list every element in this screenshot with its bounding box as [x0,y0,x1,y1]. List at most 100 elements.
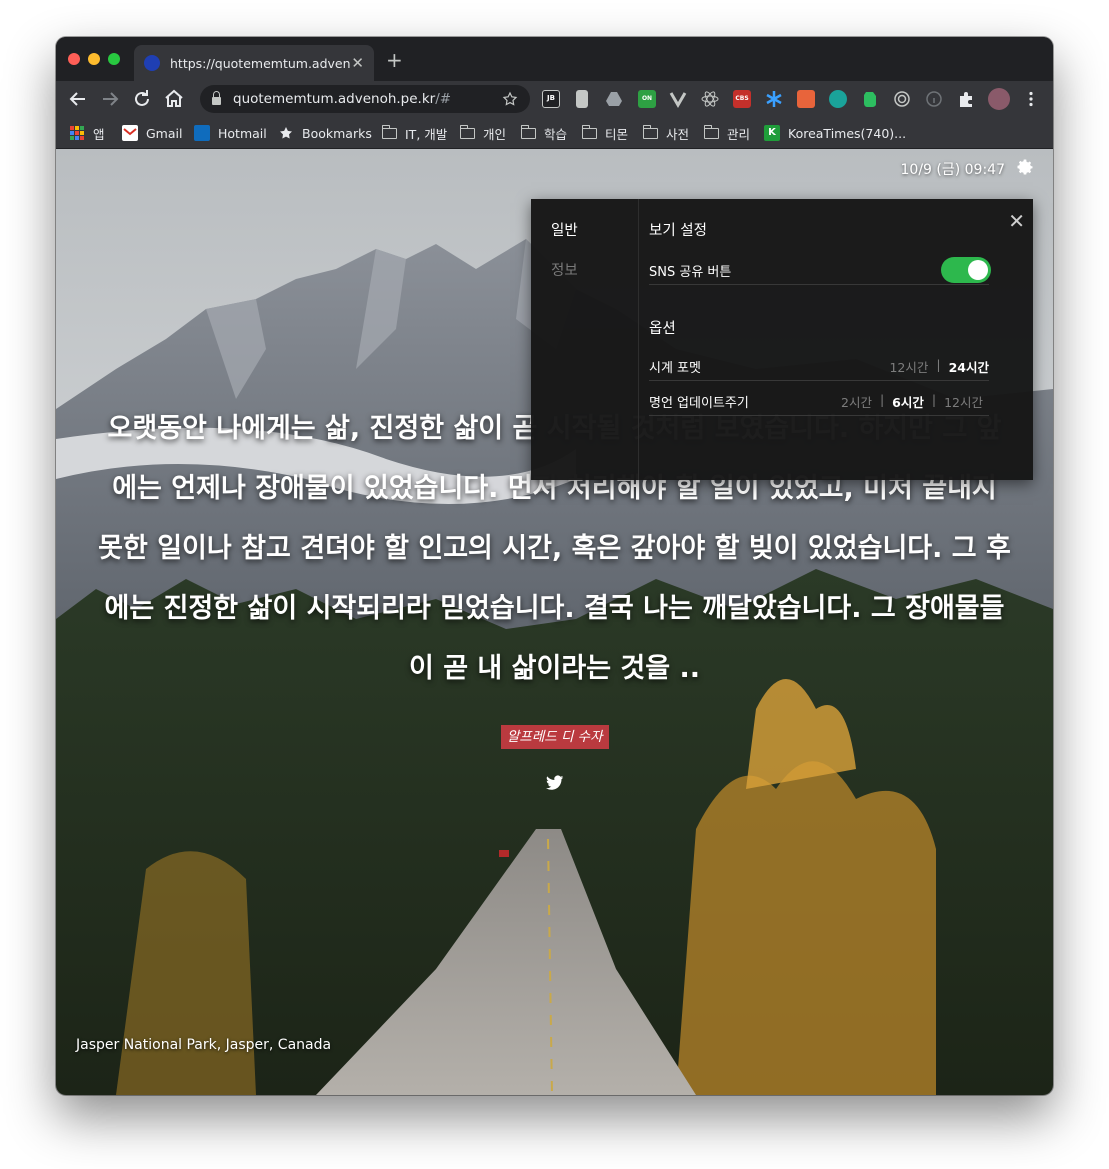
bookmark-label: IT, 개발 [405,126,448,142]
quote-update-option-6h[interactable]: 6시간 [892,392,924,411]
tab-title: https://quotememtum.advenoh [170,55,350,71]
quote-update-options: 2시간 | 6시간 | 12시간 [841,392,983,411]
office-extension-icon[interactable] [576,90,588,108]
settings-sidebar: 일반 정보 [531,199,639,480]
folder-icon [642,124,658,139]
option-separator: | [931,392,937,407]
target-extension-icon[interactable] [893,90,911,108]
bookmarks-bar: 앱 Gmail Hotmail Bookmarks IT, 개발 개인 학습 티… [56,117,1053,149]
address-bar[interactable]: quotememtum.advenoh.pe.kr /# [200,85,530,113]
browser-menu-icon[interactable] [1022,90,1040,108]
bookmark-folder-study[interactable]: 학습 [520,123,568,143]
folder-icon [703,124,719,139]
browser-tab[interactable]: https://quotememtum.advenoh ✕ [134,45,374,81]
sns-share-toggle[interactable] [941,257,991,283]
koreatimes-icon: K [764,125,780,141]
bookmark-bookmarks[interactable]: Bookmarks [278,123,372,143]
settings-panel: 일반 정보 ✕ 보기 설정 SNS 공유 버튼 옵션 시계 포멧 12시간 | … [531,199,1033,480]
quote-update-option-2h[interactable]: 2시간 [841,392,872,411]
outlook-icon [194,125,210,141]
bookmark-folder-dictionary[interactable]: 사전 [642,123,690,143]
forward-arrow-icon[interactable] [98,87,122,111]
reload-icon[interactable] [130,87,154,111]
twitter-share-icon[interactable] [546,775,564,791]
apps-grid-icon [70,126,84,140]
home-icon[interactable] [162,87,186,111]
person-extension-icon[interactable] [797,90,815,108]
browser-window: https://quotememtum.advenoh ✕ + quotemem… [56,37,1053,1095]
maximize-window-button[interactable] [108,53,120,65]
gmail-icon [122,125,138,141]
options-title: 옵션 [649,321,676,337]
bookmark-label: 관리 [727,126,751,142]
tab-close-icon[interactable]: ✕ [351,54,364,72]
bookmark-label: KoreaTimes(740)... [788,125,907,141]
sns-share-label: SNS 공유 버튼 [649,265,732,280]
bookmark-label: Gmail [146,125,183,141]
minimize-window-button[interactable] [88,53,100,65]
bookmark-star-icon[interactable] [502,91,518,107]
tab-strip: https://quotememtum.advenoh ✕ + [56,37,1053,81]
quote-author-badge[interactable]: 알프레드 디 수자 [501,725,609,749]
evernote-icon[interactable] [861,90,879,108]
quote-update-option-12h[interactable]: 12시간 [944,392,983,411]
tab-general[interactable]: 일반 [551,219,578,240]
folder-icon [381,124,397,139]
m-extension-icon[interactable] [829,90,847,108]
bookmark-label: 학습 [544,126,568,142]
lock-icon [212,91,221,105]
bookmark-label: Hotmail [218,125,267,141]
tab-info[interactable]: 정보 [551,259,578,280]
info-extension-icon[interactable] [925,90,943,108]
clock-format-options: 12시간 | 24시간 [889,357,989,376]
clock-format-label: 시계 포멧 [649,361,701,376]
bookmark-folder-admin[interactable]: 관리 [703,123,751,143]
extensions-puzzle-icon[interactable] [957,90,975,108]
sns-share-row: SNS 공유 버튼 [649,257,991,285]
asterisk-extension-icon[interactable] [765,90,783,108]
back-arrow-icon[interactable] [66,87,90,111]
page-content: 10/9 (금) 09:47 오랫동안 나에게는 삶, 진정한 삶이 곧 시작될… [56,149,1053,1095]
url-path: /# [435,91,452,107]
quote-update-row: 명언 업데이트주기 2시간 | 6시간 | 12시간 [649,390,989,416]
folder-icon [520,124,536,139]
bookmark-koreatimes[interactable]: K KoreaTimes(740)... [764,123,906,143]
google-drive-icon[interactable] [605,90,623,108]
tab-favicon-icon [144,55,160,71]
browser-toolbar: quotememtum.advenoh.pe.kr /# JB ON CBS [56,81,1053,117]
bookmark-label: 사전 [666,126,690,142]
new-tab-button[interactable]: + [386,50,403,70]
bookmark-apps[interactable]: 앱 [70,123,105,143]
view-settings-title: 보기 설정 [649,223,707,239]
clock-format-option-12h[interactable]: 12시간 [889,357,928,376]
bookmark-hotmail[interactable]: Hotmail [194,123,267,143]
close-window-button[interactable] [68,53,80,65]
folder-icon [459,124,475,139]
folder-icon [581,124,597,139]
bookmark-folder-it[interactable]: IT, 개발 [381,123,448,143]
on-extension-icon[interactable]: ON [638,90,656,108]
bookmark-label: Bookmarks [302,125,372,141]
clock-format-row: 시계 포멧 12시간 | 24시간 [649,355,989,381]
bookmark-folder-tmon[interactable]: 티몬 [581,123,629,143]
bookmark-label: 티몬 [605,126,629,142]
star-icon [280,127,292,139]
clock-format-option-24h[interactable]: 24시간 [949,357,989,376]
cbs-extension-icon[interactable]: CBS [733,90,751,108]
url-host: quotememtum.advenoh.pe.kr [233,91,436,107]
close-icon[interactable]: ✕ [1008,211,1025,231]
vimium-icon[interactable] [669,90,687,108]
profile-avatar[interactable] [988,88,1010,110]
bookmark-label: 개인 [483,126,507,142]
option-separator: | [936,357,941,372]
settings-gear-icon[interactable] [1015,157,1035,177]
photo-location: Jasper National Park, Jasper, Canada [76,1037,332,1053]
bookmark-folder-personal[interactable]: 개인 [459,123,507,143]
option-separator: | [879,392,885,407]
react-devtools-icon[interactable] [701,90,719,108]
clock-display: 10/9 (금) 09:47 [900,162,1006,178]
bookmark-label: 앱 [93,126,105,142]
bookmark-gmail[interactable]: Gmail [122,123,182,143]
jb-extension-icon[interactable]: JB [542,90,560,108]
quote-update-label: 명언 업데이트주기 [649,396,749,411]
